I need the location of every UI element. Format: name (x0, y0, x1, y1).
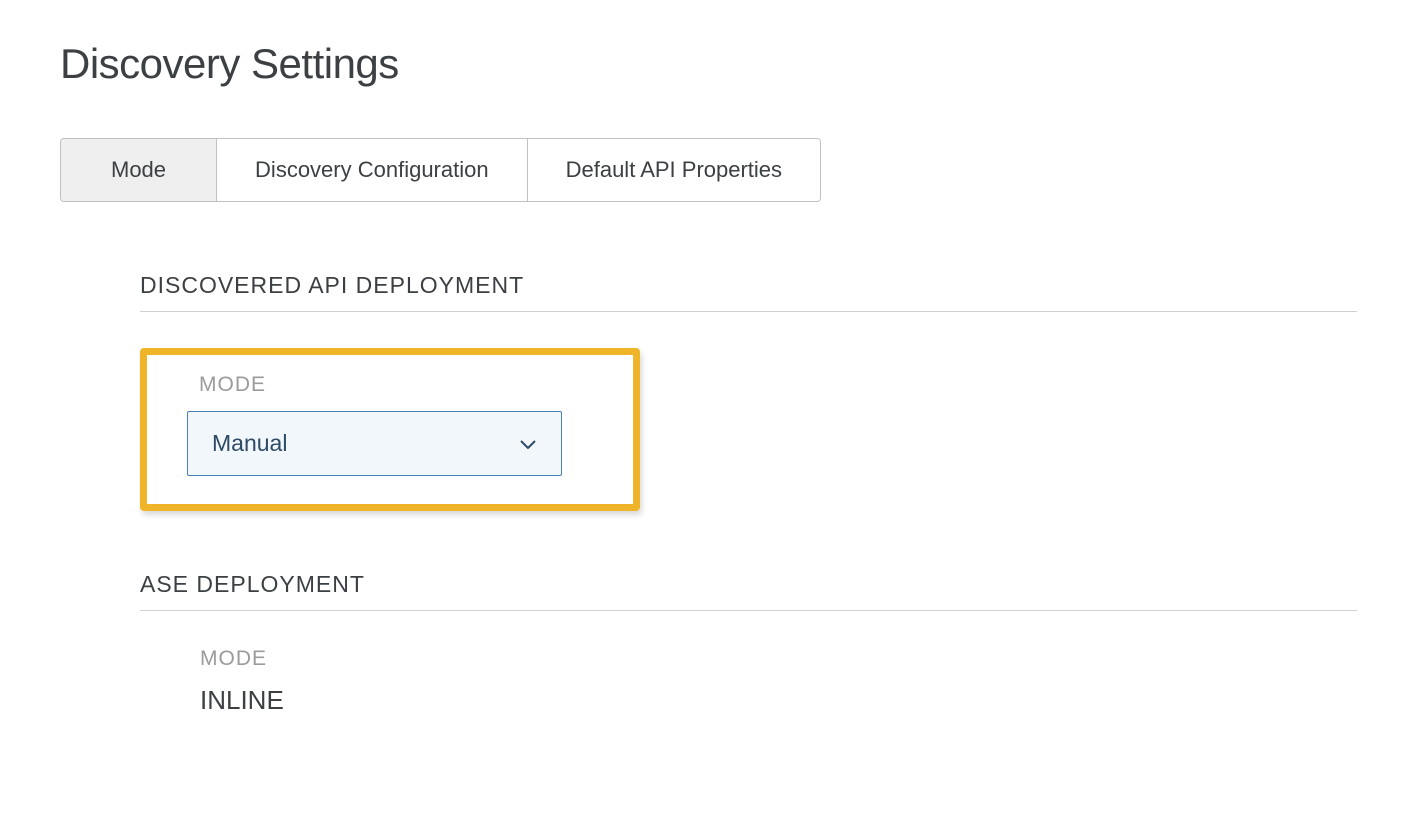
tab-mode[interactable]: Mode (61, 139, 217, 201)
tab-group: Mode Discovery Configuration Default API… (60, 138, 821, 202)
section-ase-deployment: ASE DEPLOYMENT MODE INLINE (140, 571, 1357, 716)
mode-label: MODE (199, 373, 593, 397)
section-heading-ase-deployment: ASE DEPLOYMENT (140, 571, 1357, 611)
tab-default-api-properties[interactable]: Default API Properties (528, 139, 820, 201)
highlight-mode-box: MODE Manual (140, 348, 640, 511)
section-heading-discovered-api-deployment: DISCOVERED API DEPLOYMENT (140, 272, 1357, 312)
chevron-down-icon (519, 435, 537, 453)
tab-discovery-configuration[interactable]: Discovery Configuration (217, 139, 528, 201)
ase-mode-label: MODE (200, 647, 1357, 671)
ase-mode-field: MODE INLINE (200, 647, 1357, 716)
ase-mode-value: INLINE (200, 685, 1357, 716)
page-title: Discovery Settings (60, 40, 1357, 88)
mode-dropdown-value: Manual (212, 430, 287, 457)
mode-dropdown[interactable]: Manual (187, 411, 562, 476)
section-discovered-api-deployment: DISCOVERED API DEPLOYMENT MODE Manual (140, 272, 1357, 511)
